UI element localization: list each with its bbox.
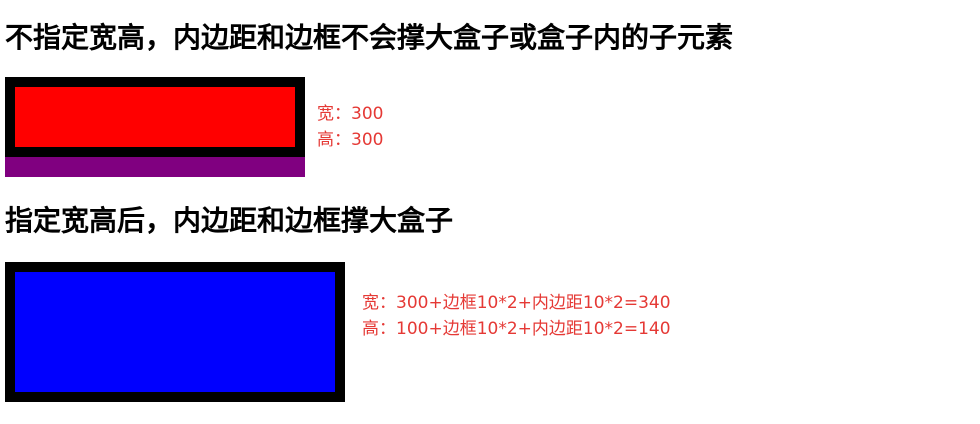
parent-box-background (5, 155, 305, 177)
section-2-height-note: 高：100+边框10*2+内边距10*2=140 (362, 319, 671, 339)
section-2-notes: 宽：300+边框10*2+内边距10*2=340 高：100+边框10*2+内边… (362, 290, 671, 342)
section-1-notes: 宽：300 高：300 (317, 101, 383, 153)
section-1-width-note: 宽：300 (317, 104, 384, 124)
page: 不指定宽高，内边距和边框不会撑大盒子或盒子内的子元素 宽：300 高：300 指… (0, 0, 980, 424)
sized-box (5, 262, 345, 402)
section-2-heading: 指定宽高后，内边距和边框撑大盒子 (5, 204, 454, 237)
section-2-width-note: 宽：300+边框10*2+内边距10*2=340 (362, 293, 671, 313)
section-1-height-note: 高：300 (317, 130, 384, 150)
child-box-content (15, 87, 295, 147)
section-1-heading: 不指定宽高，内边距和边框不会撑大盒子或盒子内的子元素 (5, 21, 734, 54)
